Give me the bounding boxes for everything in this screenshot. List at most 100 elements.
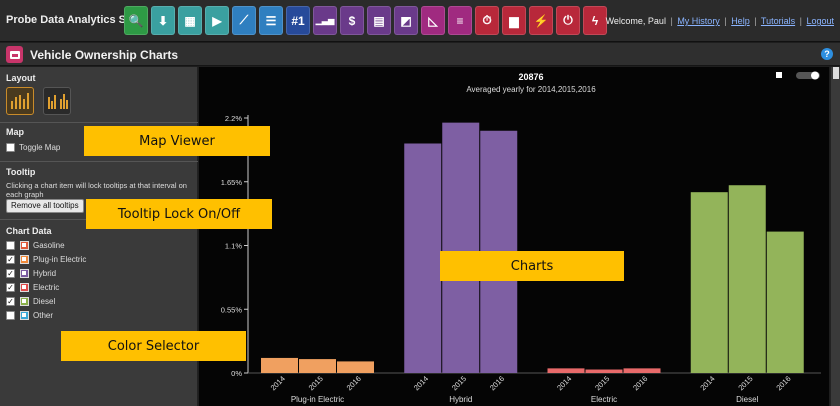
chart-data-label: Hybrid [33,269,57,278]
layout-split-icon[interactable] [43,87,71,115]
color-swatch-electric[interactable] [20,283,29,292]
logout-link[interactable]: Logout [806,16,834,26]
help-icon[interactable]: ? [821,48,833,60]
bar-diesel-2015[interactable] [728,185,766,373]
chart-data-label: Diesel [33,297,56,306]
chart-panel: 20876 Averaged yearly for 2014,2015,2016 0… [199,67,829,406]
traffic-signal-icon[interactable]: ▦ [178,6,202,35]
x-tick-label: 2016 [488,374,506,392]
bar-diesel-2016[interactable] [766,231,804,373]
bar-hybrid-2015[interactable] [442,122,480,373]
tutorials-link[interactable]: Tutorials [761,16,795,26]
group-label: Electric [591,395,617,404]
chart-data-checkbox-plug-in-electric[interactable]: ✓ [6,255,15,264]
fullscreen-icon [776,72,782,78]
my-history-link[interactable]: My History [677,16,720,26]
chart-data-label: Gasoline [33,241,65,250]
download-icon[interactable]: ⬇ [151,6,175,35]
link-separator: | [670,16,673,26]
x-tick-label: 2014 [698,374,716,392]
us-map-icon[interactable]: ◩ [394,6,418,35]
rank-number-icon[interactable]: #1 [286,6,310,35]
tooltip-section-title: Tooltip [6,167,36,177]
link-separator: | [799,16,802,26]
triangle-chart-icon[interactable]: ◺ [421,6,445,35]
bar-electric-2015[interactable] [585,369,623,373]
bar-electric-2016[interactable] [623,368,661,373]
section-divider [0,122,198,123]
x-tick-label: 2015 [307,374,325,392]
group-label: Plug-in Electric [291,395,344,404]
menu-lines-icon[interactable]: ≡ [448,6,472,35]
chart-data-label: Plug-in Electric [33,255,87,264]
x-tick-label: 2016 [774,374,792,392]
toggle-map-label: Toggle Map [19,143,61,152]
callout-color-selector: Color Selector [61,331,246,361]
energy-icon[interactable]: ϟ [583,6,607,35]
page-title: Vehicle Ownership Charts [30,48,179,62]
color-swatch-hybrid[interactable] [20,269,29,278]
chart-data-label: Electric [33,283,60,292]
tool-launcher-bar: 🔍 ⬇ ▦ ▶ ⟋ ☰ #1 ▁▃▅ $ ▤ ◩ ◺ ≡ ⏱ ▆ ⚡ ⏻ ϟ [124,6,607,36]
search-icon[interactable]: 🔍 [124,6,148,35]
y-tick-label: 0.55% [221,305,243,314]
toggle-map-checkbox[interactable] [6,143,15,152]
scrollbar-thumb[interactable] [833,67,839,79]
bar-diesel-2014[interactable] [690,192,728,373]
x-tick-label: 2015 [736,374,754,392]
user-links: Welcome, Paul | My History | Help | Tuto… [606,16,834,26]
bar-chart-icon[interactable]: ▁▃▅ [313,6,337,35]
app-title-bar: Vehicle Ownership Charts ? [0,43,840,66]
x-tick-label: 2015 [593,374,611,392]
bar-chart: 20876 Averaged yearly for 2014,2015,2016 0… [221,71,821,404]
color-swatch-other[interactable] [20,311,29,320]
x-tick-label: 2016 [631,374,649,392]
power-icon[interactable]: ⏻ [556,6,580,35]
chart-data-checkbox-electric[interactable]: ✓ [6,283,15,292]
map-section-title: Map [6,127,24,137]
list-icon[interactable]: ☰ [259,6,283,35]
layout-single-icon[interactable] [6,87,34,115]
chart-data-checkbox-other[interactable] [6,311,15,320]
dollar-icon[interactable]: $ [340,6,364,35]
color-swatch-diesel[interactable] [20,297,29,306]
group-label: Diesel [736,395,758,404]
bar-plug-in-electric-2015[interactable] [299,359,336,373]
report-icon[interactable]: ▤ [367,6,391,35]
x-tick-label: 2014 [412,374,430,392]
group-label: Hybrid [449,395,472,404]
stopwatch-icon[interactable]: ⏱ [475,6,499,35]
chart-data-label: Other [33,311,54,320]
color-swatch-gasoline[interactable] [20,241,29,250]
trend-line-icon[interactable]: ⟋ [232,6,256,35]
play-icon[interactable]: ▶ [205,6,229,35]
chart-title: 20876 [518,72,543,82]
chart-data-checkbox-hybrid[interactable]: ✓ [6,269,15,278]
link-separator: | [724,16,727,26]
link-separator: | [754,16,757,26]
chart-subtitle: Averaged yearly for 2014,2015,2016 [466,85,596,94]
vehicle-chart-icon [6,46,23,63]
bar-hybrid-2014[interactable] [404,143,442,374]
callout-map-viewer: Map Viewer [84,126,270,156]
toggle-knob-icon [811,71,819,80]
welcome-text: Welcome, Paul [605,16,666,26]
color-swatch-plug-in-electric[interactable] [20,255,29,264]
callout-charts: Charts [440,251,624,281]
help-link[interactable]: Help [731,16,750,26]
bar-plug-in-electric-2016[interactable] [337,361,374,373]
remove-tooltips-button[interactable]: Remove all tooltips [6,199,84,213]
chart-data-checkbox-diesel[interactable]: ✓ [6,297,15,306]
x-tick-label: 2014 [269,374,287,392]
chart-data-checkbox-gasoline[interactable] [6,241,15,250]
y-tick-label: 1.65% [221,178,243,187]
x-tick-label: 2014 [555,374,573,392]
vehicle-icon[interactable]: ▆ [502,6,526,35]
lightning-icon[interactable]: ⚡ [529,6,553,35]
x-tick-label: 2015 [450,374,468,392]
bar-electric-2014[interactable] [547,368,585,373]
bar-plug-in-electric-2014[interactable] [261,357,298,373]
vertical-scrollbar[interactable] [830,67,840,406]
section-divider [0,161,198,162]
y-tick-label: 2.2% [225,114,242,123]
